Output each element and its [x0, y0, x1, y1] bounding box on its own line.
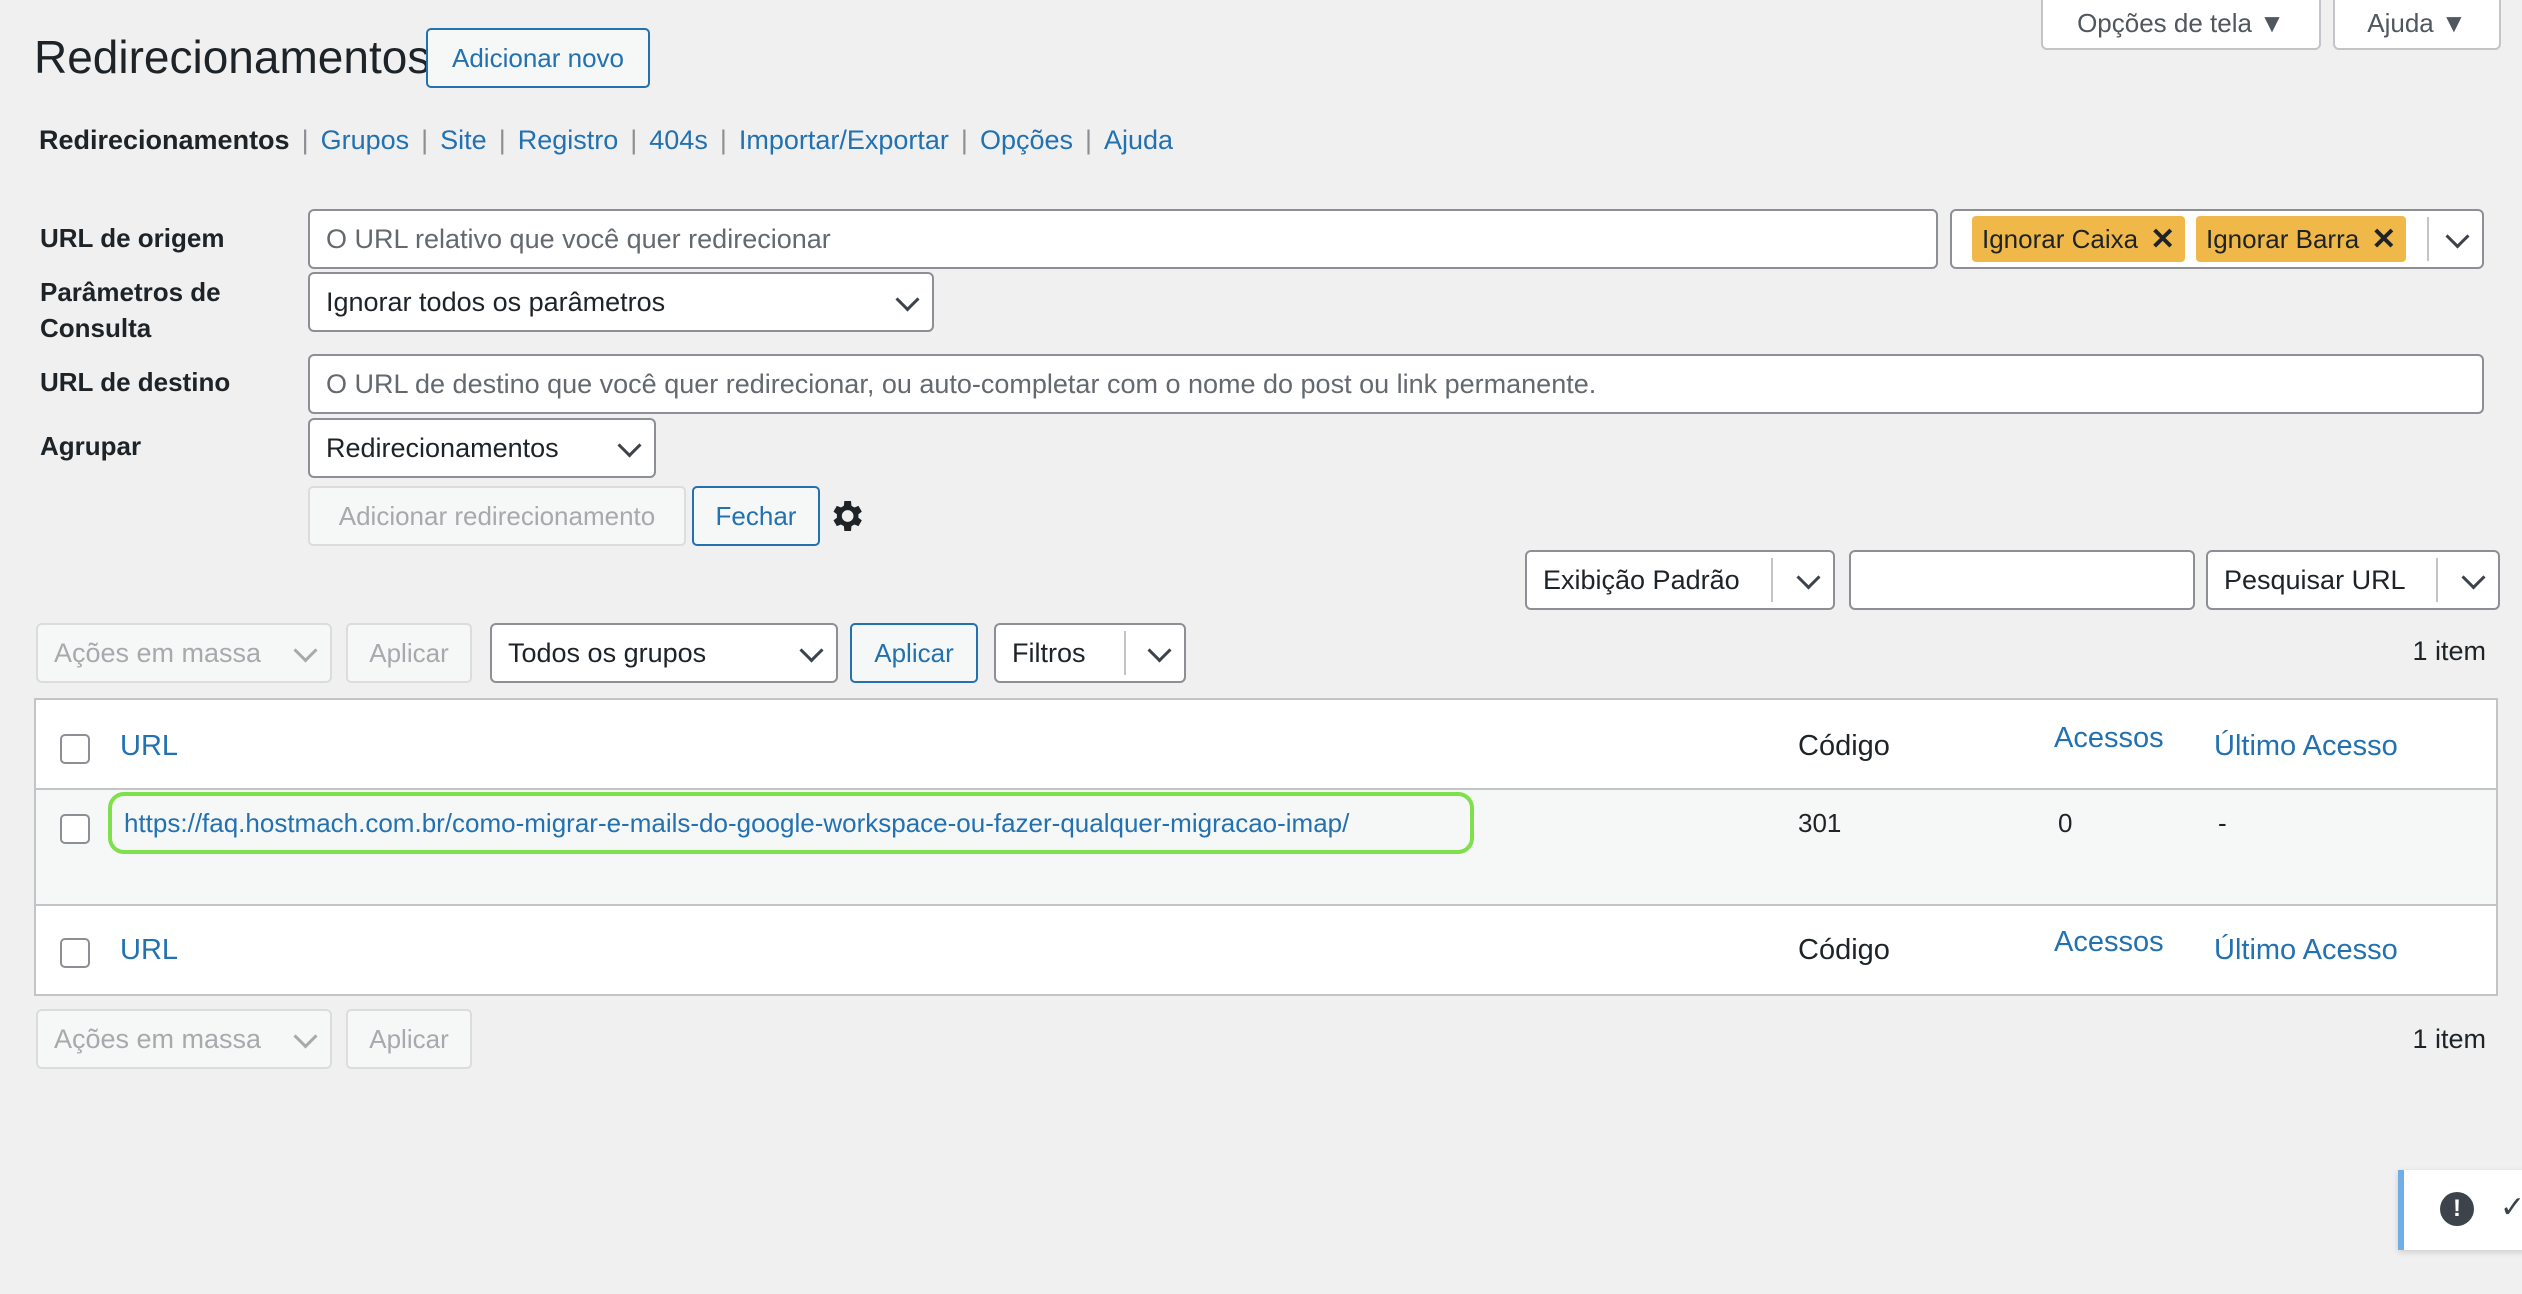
tag-ignore-case: Ignorar Caixa ✕ — [1972, 216, 2186, 262]
target-url-input[interactable]: O URL de destino que você quer redirecio… — [308, 354, 2484, 414]
search-input[interactable] — [1849, 550, 2195, 610]
alert-icon: ! — [2440, 1192, 2474, 1226]
divider — [1771, 558, 1773, 602]
column-url[interactable]: URL — [120, 730, 178, 763]
subnav-404s[interactable]: 404s — [649, 125, 708, 155]
help-button[interactable]: Ajuda ▼ — [2333, 0, 2501, 50]
search-type-select[interactable]: Pesquisar URL — [2206, 550, 2500, 610]
column-hits-footer[interactable]: Acessos — [2054, 926, 2164, 959]
remove-tag-icon[interactable]: ✕ — [2371, 222, 2396, 257]
notice-panel: ! ✓ — [2398, 1170, 2522, 1250]
chevron-down-icon — [293, 1024, 318, 1049]
query-params-select[interactable]: Ignorar todos os parâmetros — [308, 272, 934, 332]
chevron-down-icon — [2461, 565, 2486, 590]
subnav-log[interactable]: Registro — [518, 125, 619, 155]
divider — [2427, 217, 2429, 261]
column-last-access[interactable]: Último Acesso — [2214, 730, 2398, 763]
item-count: 1 item — [2412, 636, 2486, 666]
divider — [2436, 558, 2438, 602]
target-url-label: URL de destino — [40, 367, 231, 397]
query-params-label: Parâmetros de Consulta — [40, 277, 221, 343]
close-button[interactable]: Fechar — [692, 486, 820, 546]
source-url-input[interactable]: O URL relativo que você quer redireciona… — [308, 209, 1938, 269]
column-hits[interactable]: Acessos — [2054, 722, 2164, 755]
source-flags-select[interactable]: Ignorar Caixa ✕ Ignorar Barra ✕ — [1950, 209, 2484, 269]
subnav-groups[interactable]: Grupos — [321, 125, 410, 155]
remove-tag-icon[interactable]: ✕ — [2150, 222, 2175, 257]
subnav-import-export[interactable]: Importar/Exportar — [739, 125, 949, 155]
row-code: 301 — [1798, 808, 1842, 838]
tag-ignore-slash: Ignorar Barra ✕ — [2196, 216, 2407, 262]
select-all-checkbox[interactable] — [60, 734, 90, 764]
redirect-url-link[interactable]: https://faq.hostmach.com.br/como-migrar-… — [124, 808, 1349, 839]
divider — [1124, 631, 1126, 675]
chevron-down-icon — [1147, 638, 1172, 663]
subnav-site[interactable]: Site — [440, 125, 487, 155]
subnav: Redirecionamentos | Grupos | Site | Registro | 4… — [39, 125, 1174, 155]
group-select[interactable]: Redirecionamentos — [308, 418, 656, 478]
add-redirect-button[interactable]: Adicionar redirecionamento — [308, 486, 686, 546]
chevron-down-icon — [293, 638, 318, 663]
redirects-table: URL Código Acessos Último Acesso https:/… — [34, 698, 2498, 996]
groups-select[interactable]: Todos os grupos — [490, 623, 838, 683]
source-url-label: URL de origem — [40, 223, 225, 253]
row-last-access: - — [2218, 808, 2227, 838]
group-label: Agrupar — [40, 431, 142, 461]
column-code-footer: Código — [1798, 934, 1890, 966]
column-code: Código — [1798, 730, 1890, 762]
select-all-checkbox-footer[interactable] — [60, 938, 90, 968]
row-checkbox[interactable] — [60, 814, 90, 844]
chevron-down-icon — [2445, 224, 2470, 249]
column-last-access-footer[interactable]: Último Acesso — [2214, 934, 2398, 967]
filters-select[interactable]: Filtros — [994, 623, 1186, 683]
item-count-bottom: 1 item — [2412, 1024, 2486, 1054]
column-url-footer[interactable]: URL — [120, 934, 178, 967]
screen-options-button[interactable]: Opções de tela ▼ — [2041, 0, 2321, 50]
chevron-down-icon — [617, 433, 642, 458]
chevron-down-icon — [895, 287, 920, 312]
row-hits: 0 — [2058, 808, 2073, 838]
bulk-actions-select[interactable]: Ações em massa — [36, 623, 332, 683]
group-apply-button[interactable]: Aplicar — [850, 623, 978, 683]
chevron-down-icon — [1796, 565, 1821, 590]
bulk-apply-button-bottom[interactable]: Aplicar — [346, 1009, 472, 1069]
divider — [36, 904, 2496, 906]
chevron-down-icon — [799, 638, 824, 663]
subnav-redirects[interactable]: Redirecionamentos — [39, 125, 290, 155]
bulk-apply-button[interactable]: Aplicar — [346, 623, 472, 683]
check-icon[interactable]: ✓ — [2500, 1190, 2522, 1225]
subnav-options[interactable]: Opções — [980, 125, 1073, 155]
add-new-button[interactable]: Adicionar novo — [426, 28, 650, 88]
table-row: https://faq.hostmach.com.br/como-migrar-… — [36, 790, 2496, 904]
bulk-actions-select-bottom[interactable]: Ações em massa — [36, 1009, 332, 1069]
page-title: Redirecionamentos — [34, 31, 431, 83]
gear-icon[interactable] — [826, 496, 866, 536]
view-select[interactable]: Exibição Padrão — [1525, 550, 1835, 610]
subnav-help[interactable]: Ajuda — [1104, 125, 1173, 155]
